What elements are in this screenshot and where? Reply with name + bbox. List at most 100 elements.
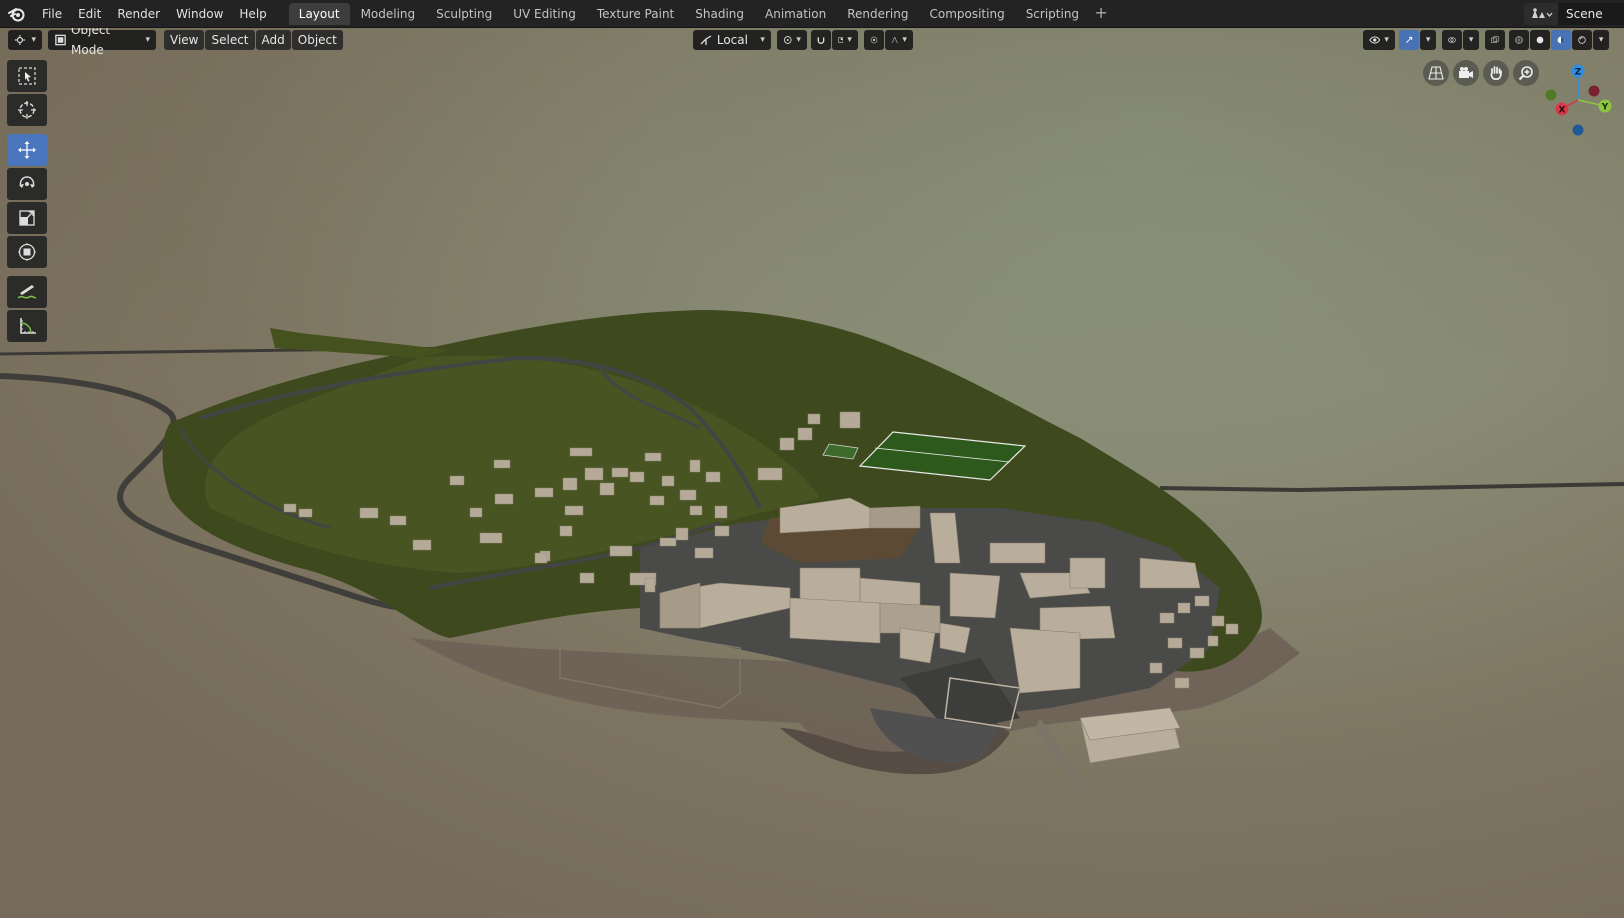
overlays-icon [1448,37,1456,43]
select-menu[interactable]: Select [205,30,255,50]
cursor-icon [18,101,36,119]
blender-logo-icon[interactable] [0,0,34,28]
scene-name-field[interactable]: Scene [1558,3,1624,25]
measure-ruler-icon [20,318,36,334]
add-menu[interactable]: Add [255,30,291,50]
proportional-edit-toggle[interactable] [863,30,884,50]
chevron-down-icon: ▾ [796,35,801,45]
local-orientation-icon [700,35,712,45]
wireframe-icon [1515,36,1523,44]
mode-label: Object Mode [71,28,111,57]
tool-scale[interactable] [7,202,47,234]
pivot-point-selector[interactable]: ▾ [776,30,807,50]
editor-type-icon [14,34,25,46]
neg-y-axis-handle[interactable] [1545,89,1557,101]
chevron-down-icon: ▾ [1598,35,1604,45]
tab-rendering[interactable]: Rendering [837,3,918,25]
tool-annotate[interactable] [7,276,47,308]
chevron-down-icon: ▾ [145,35,150,45]
add-workspace-button[interactable]: + [1090,3,1112,25]
tab-sculpting[interactable]: Sculpting [426,3,502,25]
shading-wireframe[interactable] [1508,30,1529,50]
eye-icon [1369,36,1381,44]
chevron-down-icon: ▾ [1468,35,1474,45]
zoom-magnifier-icon [1518,66,1533,81]
zoom-view-button[interactable] [1513,60,1539,86]
tool-measure[interactable] [7,310,47,342]
navigation-axis-gizmo[interactable]: Z Y X [1540,62,1624,142]
snap-toggle[interactable] [810,30,831,50]
viewport-header: ▾ Object Mode ▾ View Select Add Object L… [0,28,1624,57]
tab-shading[interactable]: Shading [685,3,754,25]
x-axis-label: X [1559,106,1566,116]
tab-compositing[interactable]: Compositing [919,3,1014,25]
z-axis-label: Z [1575,68,1582,78]
view-menu[interactable]: View [164,30,205,50]
pivot-icon [783,36,792,44]
menu-window[interactable]: Window [168,3,231,25]
menu-help[interactable]: Help [231,3,274,25]
snap-increment-icon [838,37,844,43]
camera-view-button[interactable] [1453,60,1479,86]
gizmo-options[interactable]: ▾ [1419,30,1436,50]
xray-toggle[interactable] [1484,30,1505,50]
editor-type-button[interactable]: ▾ [8,30,42,50]
chevron-down-icon: ▾ [1384,35,1389,45]
menu-edit[interactable]: Edit [70,3,109,25]
toggle-perspective-button[interactable] [1423,60,1449,86]
pan-view-button[interactable] [1483,60,1509,86]
transform-orientation-selector[interactable]: Local ▾ [692,30,771,50]
overlays-toggle[interactable] [1441,30,1462,50]
scene-icon [1532,8,1553,18]
tool-move[interactable] [7,134,47,166]
proportional-edit-icon [870,36,878,44]
orientation-label: Local [716,33,748,47]
grid-perspective-icon [1428,66,1444,80]
scale-icon [19,210,35,226]
tool-cursor[interactable] [7,94,47,126]
shading-rendered[interactable] [1571,30,1592,50]
tab-scripting[interactable]: Scripting [1016,3,1089,25]
tab-animation[interactable]: Animation [755,3,836,25]
chevron-down-icon: ▾ [31,35,36,45]
menu-file[interactable]: File [34,3,70,25]
shading-solid[interactable] [1529,30,1550,50]
select-box-icon [18,67,36,85]
object-menu[interactable]: Object [291,30,343,50]
object-visibility-selector[interactable]: ▾ [1362,30,1395,50]
material-preview-icon [1557,36,1565,44]
chevron-down-icon: ▾ [847,35,852,45]
camera-icon [1459,67,1473,78]
gizmo-toggle[interactable] [1398,30,1419,50]
chevron-down-icon: ▾ [1425,35,1431,45]
falloff-curve-icon [891,37,898,43]
snap-target-selector[interactable]: ▾ [831,30,858,50]
tab-texture-paint[interactable]: Texture Paint [587,3,684,25]
rotate-icon [19,176,35,188]
falloff-selector[interactable]: ▾ [884,30,913,50]
overlays-options[interactable]: ▾ [1462,30,1479,50]
tab-layout[interactable]: Layout [288,2,350,25]
menu-render[interactable]: Render [109,3,168,25]
neg-x-axis-handle[interactable] [1588,85,1600,97]
transform-icon [18,243,36,261]
shading-options[interactable]: ▾ [1592,30,1609,50]
tab-uv-editing[interactable]: UV Editing [503,3,586,25]
chevron-down-icon: ▾ [760,35,765,45]
scene-selector: Scene [1524,3,1624,25]
tool-rotate[interactable] [7,168,47,200]
tool-select-box[interactable] [7,60,47,92]
scene-browse-button[interactable] [1524,3,1558,25]
move-icon [18,141,36,159]
magnet-icon [817,37,825,44]
shading-material-preview[interactable] [1550,30,1571,50]
tab-modeling[interactable]: Modeling [351,3,426,25]
workspace-tabs: Layout Modeling Sculpting UV Editing Tex… [288,0,1112,28]
object-mode-icon [55,34,66,46]
xray-icon [1491,36,1499,44]
chevron-down-icon: ▾ [902,35,907,45]
mode-selector[interactable]: Object Mode ▾ [48,28,156,57]
3d-viewport[interactable]: ▾ Object Mode ▾ View Select Add Object L… [0,28,1624,918]
neg-z-axis-handle[interactable] [1572,124,1584,136]
tool-transform[interactable] [7,236,47,268]
